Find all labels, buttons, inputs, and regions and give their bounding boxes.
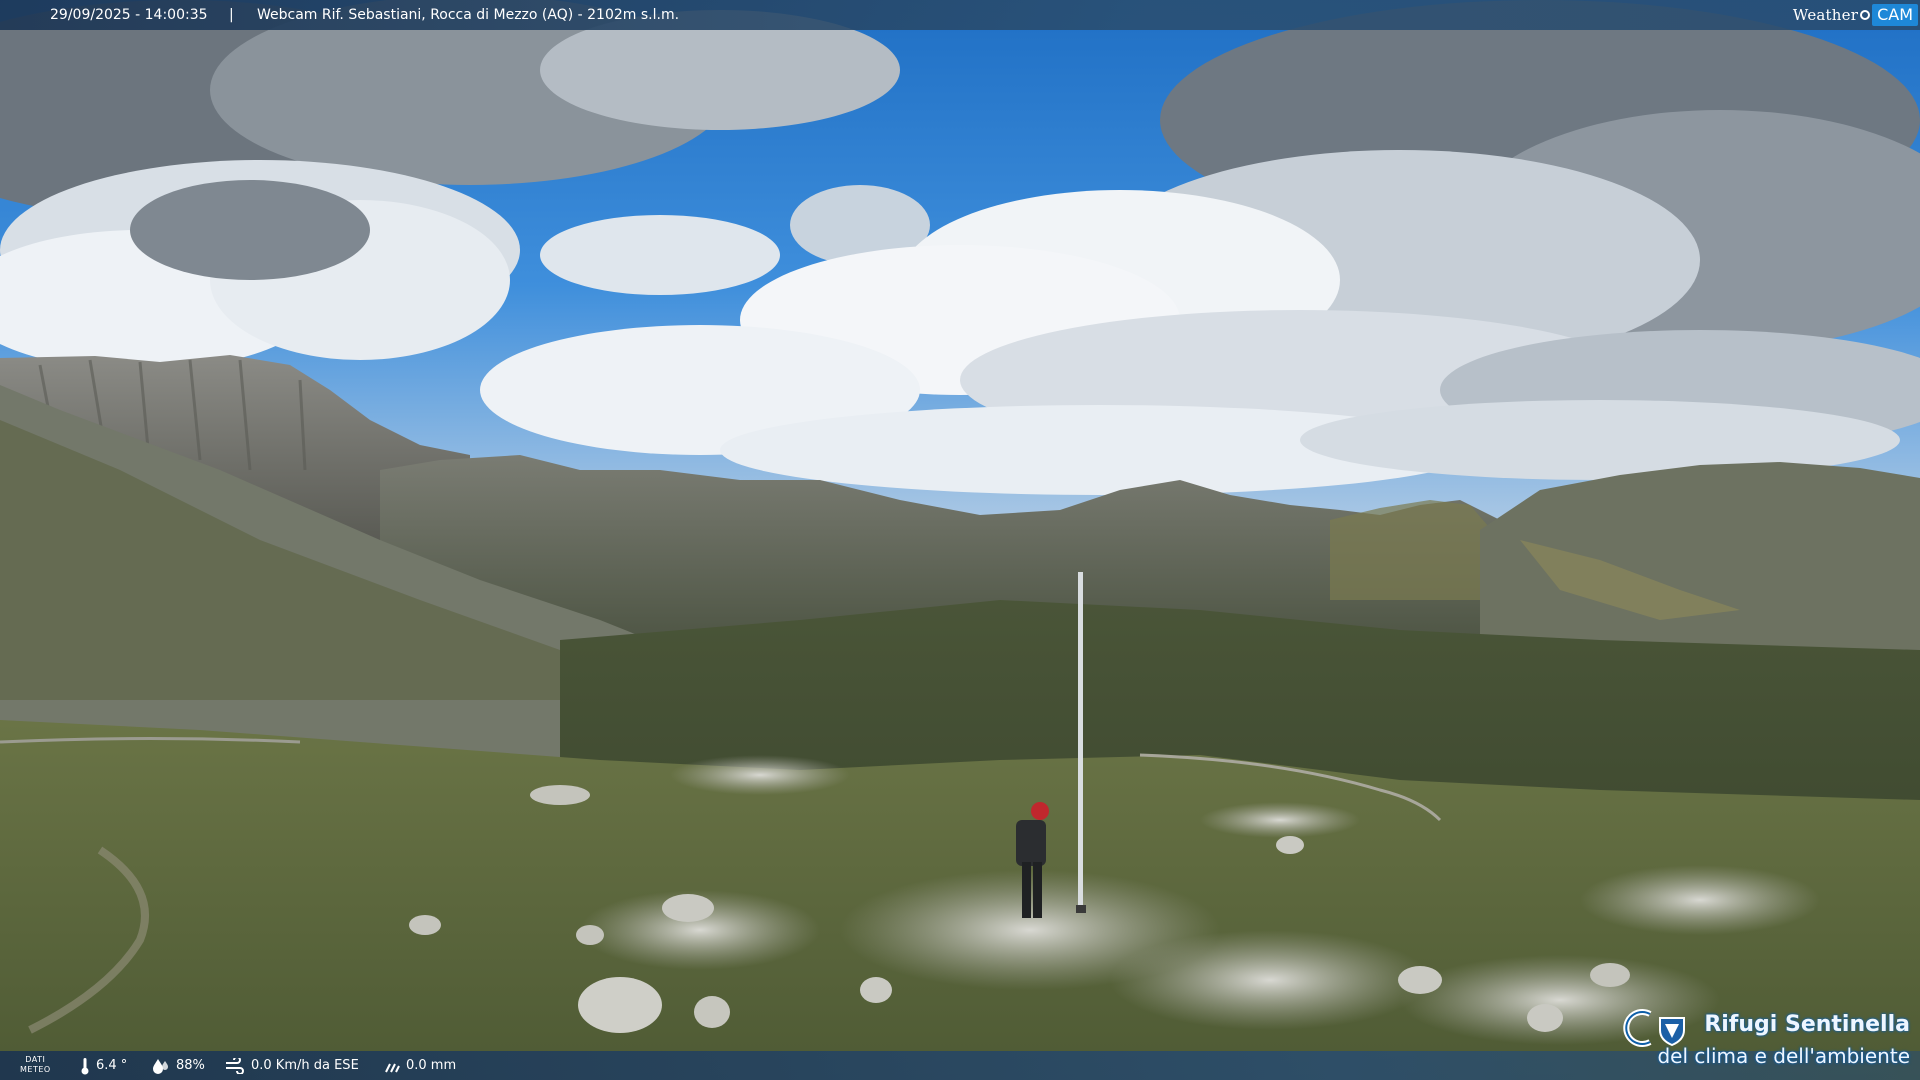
timestamp: 29/09/2025 - 14:00:35 <box>50 7 208 23</box>
rain-icon <box>385 1063 400 1072</box>
weather-data-label: DATI METEO <box>20 1055 51 1075</box>
brand-weather-text: Weather <box>1792 6 1859 24</box>
logo-subtitle: del clima e dell'ambiente <box>1657 1044 1910 1068</box>
rifugi-sentinella-logo: Rifugi Sentinella del clima e dell'ambie… <box>1620 1006 1910 1074</box>
weather-label-line1: DATI <box>25 1055 46 1064</box>
wind-value: 0.0 Km/h da ESE <box>251 1058 359 1073</box>
humidity-drops-icon <box>153 1058 168 1074</box>
webcam-view: 29/09/2025 - 14:00:35 | Webcam Rif. Seba… <box>0 0 1920 1080</box>
wind-reading: 0.0 Km/h da ESE <box>225 1051 359 1080</box>
thermometer-icon <box>81 1057 89 1074</box>
weather-label-line2: METEO <box>20 1065 51 1074</box>
weathercam-logo: Weather CAM <box>1793 3 1918 27</box>
humidity-value: 88% <box>176 1058 205 1073</box>
temperature-value: 6.4 ° <box>96 1058 128 1073</box>
logo-title: Rifugi Sentinella <box>1704 1012 1910 1037</box>
rain-reading: 0.0 mm <box>384 1051 456 1080</box>
brand-dot-icon <box>1860 10 1871 20</box>
title-separator: | <box>229 7 234 23</box>
cai-emblem-icon <box>1623 1009 1685 1047</box>
rain-value: 0.0 mm <box>406 1058 457 1073</box>
webcam-title: Webcam Rif. Sebastiani, Rocca di Mezzo (… <box>257 7 680 23</box>
humidity-reading: 88% <box>152 1051 205 1080</box>
mountain-landscape-image <box>0 0 1920 1080</box>
temperature-reading: 6.4 ° <box>80 1051 127 1080</box>
wind-icon <box>226 1057 244 1074</box>
top-info-bar: 29/09/2025 - 14:00:35 | Webcam Rif. Seba… <box>0 0 1920 30</box>
brand-cam-text: CAM <box>1872 4 1918 26</box>
